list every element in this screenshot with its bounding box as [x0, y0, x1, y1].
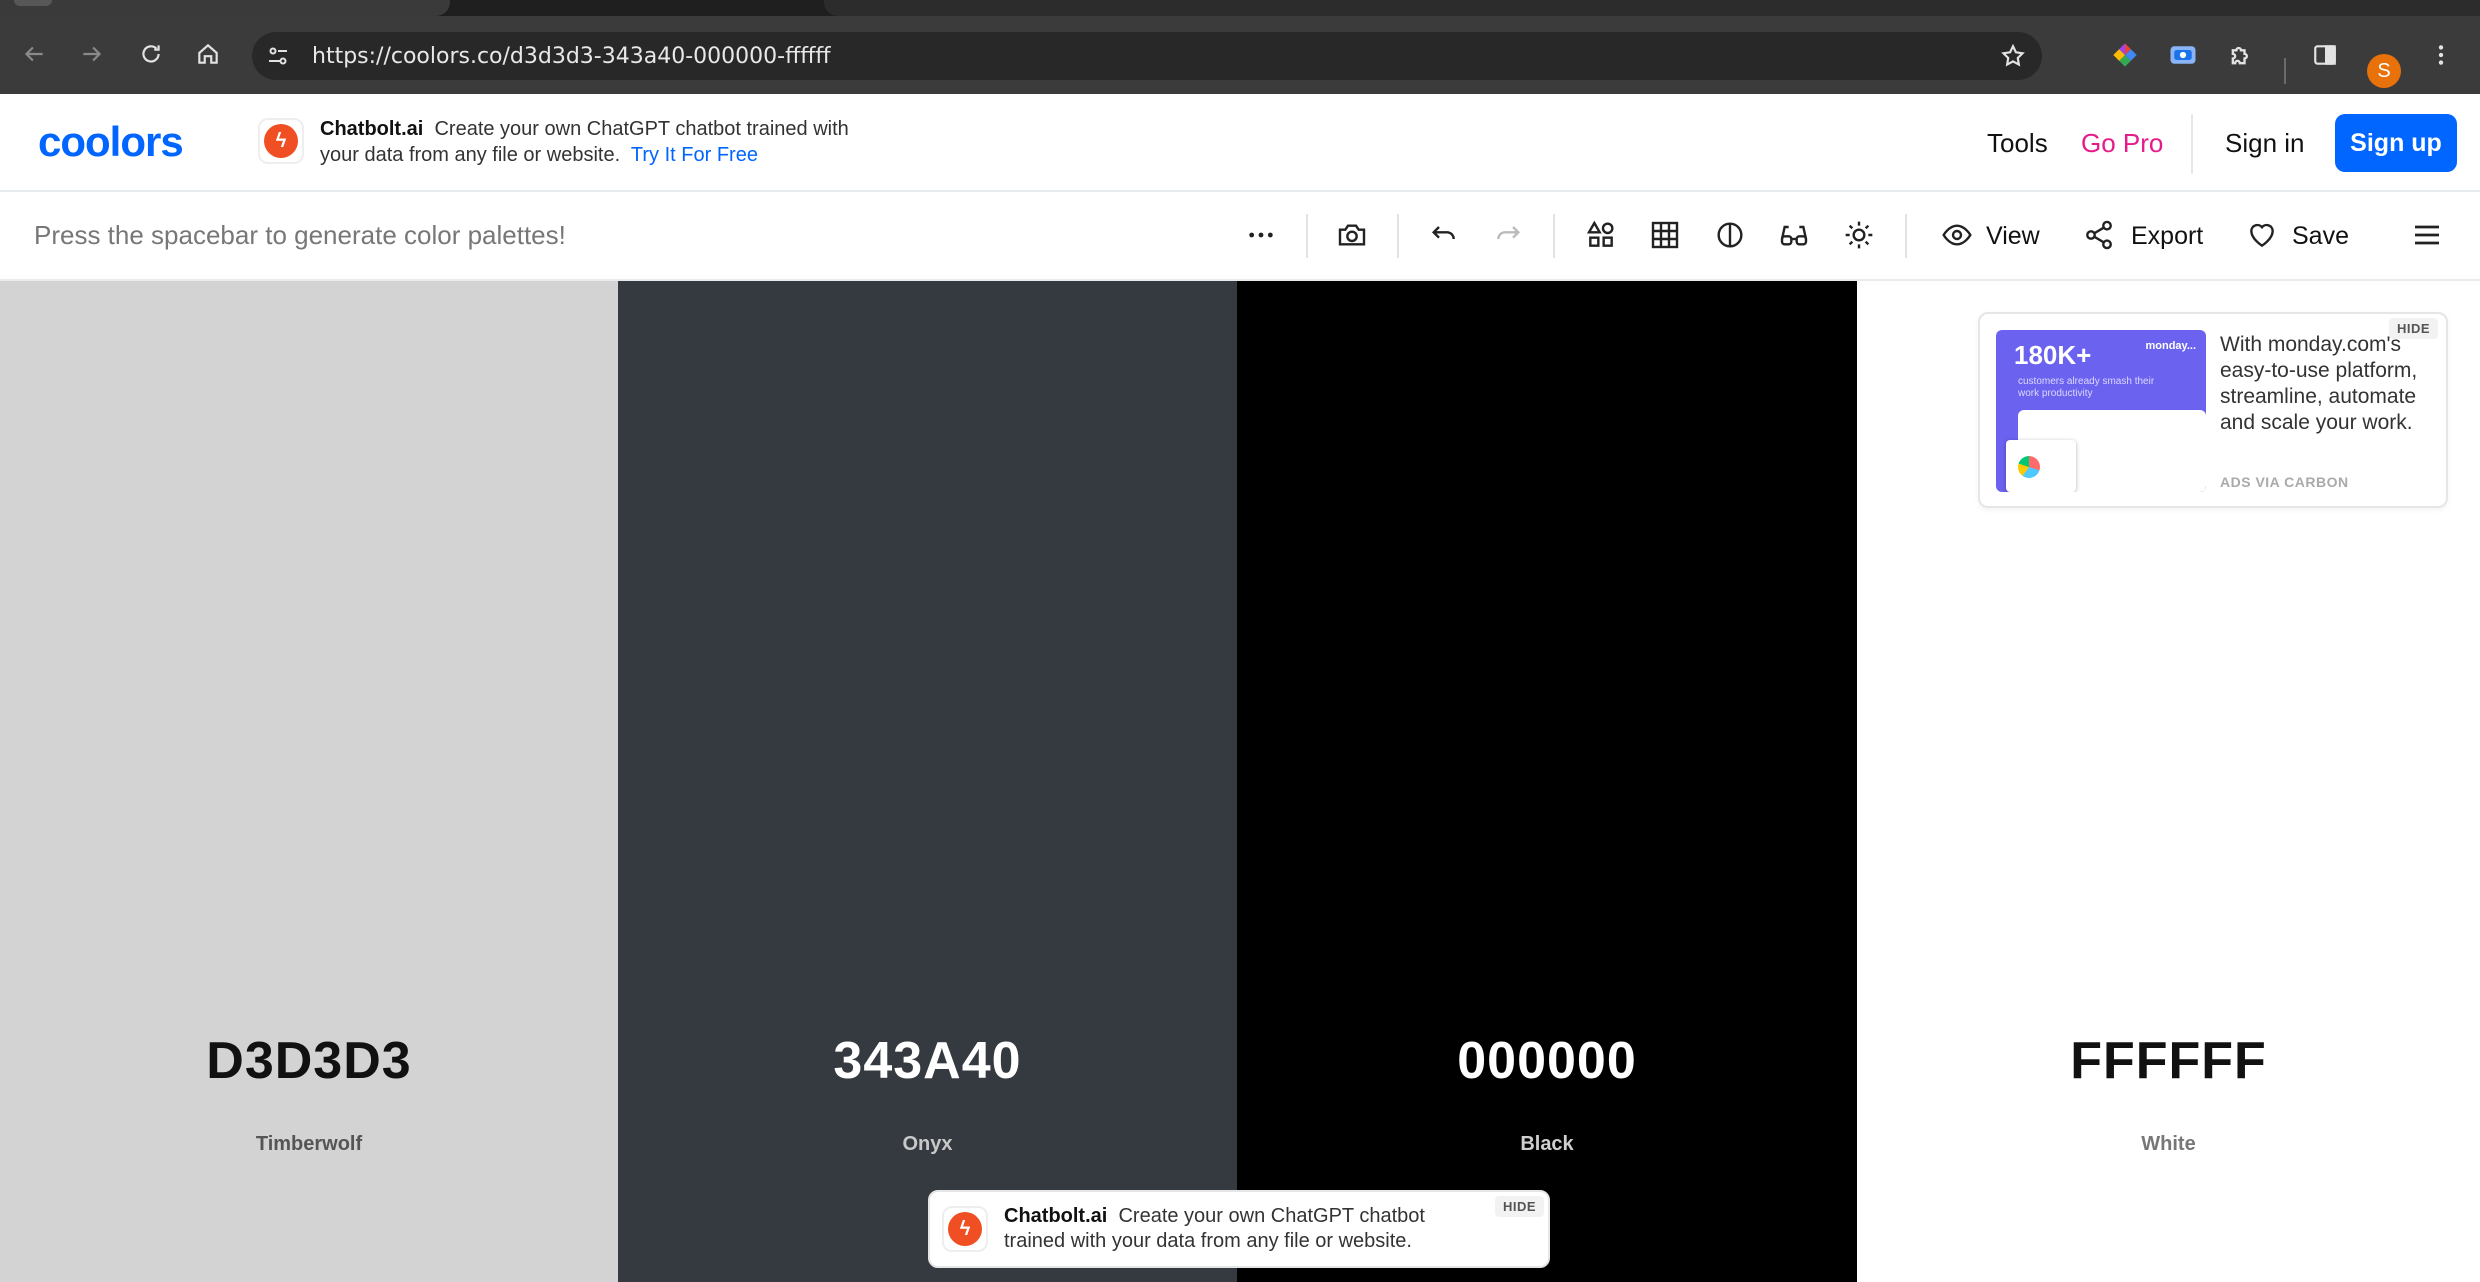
view-button[interactable]: View: [1986, 222, 2040, 251]
save-button[interactable]: Save: [2292, 222, 2349, 251]
color-swatch[interactable]: 343A40 Onyx: [618, 281, 1237, 1282]
carbon-ad-image[interactable]: 180K+ customers already smash their work…: [1996, 330, 2206, 492]
chatbolt-logo-icon: ϟ: [942, 1206, 988, 1252]
toolbar-divider: [1306, 214, 1308, 258]
tab-previous[interactable]: [0, 0, 450, 16]
extensions-puzzle-icon[interactable]: [2224, 38, 2258, 72]
colorful-extension-icon[interactable]: [2108, 38, 2142, 72]
heart-icon[interactable]: [2239, 212, 2285, 258]
swatch-name: White: [2141, 1133, 2196, 1155]
share-icon[interactable]: [2076, 212, 2122, 258]
nav-divider: [2191, 114, 2193, 174]
screen-capture-extension-icon[interactable]: [2166, 38, 2200, 72]
undo-icon[interactable]: [1420, 212, 1466, 258]
more-options-icon[interactable]: [1238, 212, 1284, 258]
sign-in-link[interactable]: Sign in: [2225, 128, 2305, 159]
toolbar-divider: [1397, 214, 1399, 258]
side-panel-icon[interactable]: [2308, 38, 2342, 72]
brightness-icon[interactable]: [1836, 212, 1882, 258]
generator-hint: Press the spacebar to generate color pal…: [34, 220, 566, 250]
toolbar-divider: [2284, 58, 2286, 84]
swatch-hex[interactable]: FFFFFF: [1857, 1031, 2480, 1091]
export-button[interactable]: Export: [2131, 222, 2203, 251]
header-ad-brand: Chatbolt.ai: [320, 118, 424, 140]
hide-ad-button[interactable]: HIDE: [1494, 1196, 1544, 1217]
site-header: coolors ϟ Chatbolt.ai Create your own Ch…: [0, 94, 2480, 192]
site-settings-icon[interactable]: [264, 42, 292, 70]
swatch-hex[interactable]: 343A40: [618, 1031, 1237, 1091]
header-ad-cta[interactable]: Try It For Free: [631, 144, 758, 166]
color-swatch[interactable]: 000000 Black: [1237, 281, 1857, 1282]
chatbolt-logo-icon: ϟ: [258, 118, 304, 164]
tab-next[interactable]: [824, 0, 2480, 16]
browser-toolbar: https://coolors.co/d3d3d3-343a40-000000-…: [0, 16, 2480, 94]
address-bar[interactable]: https://coolors.co/d3d3d3-343a40-000000-…: [252, 32, 2042, 80]
swatch-name: Black: [1520, 1133, 1574, 1155]
toolbar-divider: [1905, 214, 1907, 258]
back-icon[interactable]: [16, 36, 52, 72]
grid-icon[interactable]: [1642, 212, 1688, 258]
bookmark-star-icon[interactable]: [2000, 43, 2026, 74]
forward-icon[interactable]: [74, 36, 110, 72]
camera-icon[interactable]: [1329, 212, 1375, 258]
shapes-icon[interactable]: [1578, 212, 1624, 258]
color-swatch[interactable]: D3D3D3 Timberwolf: [0, 281, 618, 1282]
reload-icon[interactable]: [133, 36, 169, 72]
header-ad-text[interactable]: Chatbolt.ai Create your own ChatGPT chat…: [320, 116, 880, 168]
swatch-name: Timberwolf: [255, 1133, 363, 1155]
swatch-hex[interactable]: D3D3D3: [0, 1031, 618, 1091]
coolors-logo[interactable]: coolors: [38, 118, 184, 166]
hamburger-menu-icon[interactable]: [2404, 212, 2450, 258]
eye-icon[interactable]: [1934, 212, 1980, 258]
home-icon[interactable]: [190, 36, 226, 72]
profile-avatar[interactable]: S: [2367, 54, 2401, 88]
swatch-hex[interactable]: 000000: [1237, 1031, 1857, 1091]
carbon-image-headline: 180K+: [2014, 340, 2092, 370]
carbon-ad[interactable]: 180K+ customers already smash their work…: [1978, 312, 2448, 508]
nav-go-pro[interactable]: Go Pro: [2081, 128, 2163, 159]
hide-ad-button[interactable]: HIDE: [2388, 318, 2438, 339]
carbon-image-subtext: customers already smash their work produ…: [2018, 376, 2155, 399]
url-text[interactable]: https://coolors.co/d3d3d3-343a40-000000-…: [312, 44, 831, 69]
swatch-name: Onyx: [902, 1133, 953, 1155]
bottom-ad[interactable]: ϟ Chatbolt.ai Create your own ChatGPT ch…: [928, 1190, 1550, 1268]
bottom-ad-brand: Chatbolt.ai: [1004, 1205, 1108, 1227]
generator-toolbar: Press the spacebar to generate color pal…: [0, 192, 2480, 281]
sign-up-button[interactable]: Sign up: [2335, 114, 2457, 172]
browser-menu-icon[interactable]: [2424, 38, 2458, 72]
nav-tools[interactable]: Tools: [1987, 128, 2048, 159]
carbon-ad-text[interactable]: With monday.com's easy-to-use platform, …: [2220, 332, 2420, 470]
ads-via-carbon-link[interactable]: ADS VIA CARBON: [2220, 474, 2349, 490]
contrast-icon[interactable]: [1707, 212, 1753, 258]
redo-icon[interactable]: [1486, 212, 1532, 258]
pie-chart-icon: [2018, 456, 2040, 478]
toolbar-divider: [1553, 214, 1555, 258]
tab-strip: [0, 0, 2480, 16]
glasses-icon[interactable]: [1771, 212, 1817, 258]
bottom-ad-text[interactable]: Chatbolt.ai Create your own ChatGPT chat…: [1004, 1204, 1484, 1254]
carbon-image-brand: monday...: [2145, 340, 2196, 352]
dashboard-mockup-card: [2006, 440, 2076, 492]
